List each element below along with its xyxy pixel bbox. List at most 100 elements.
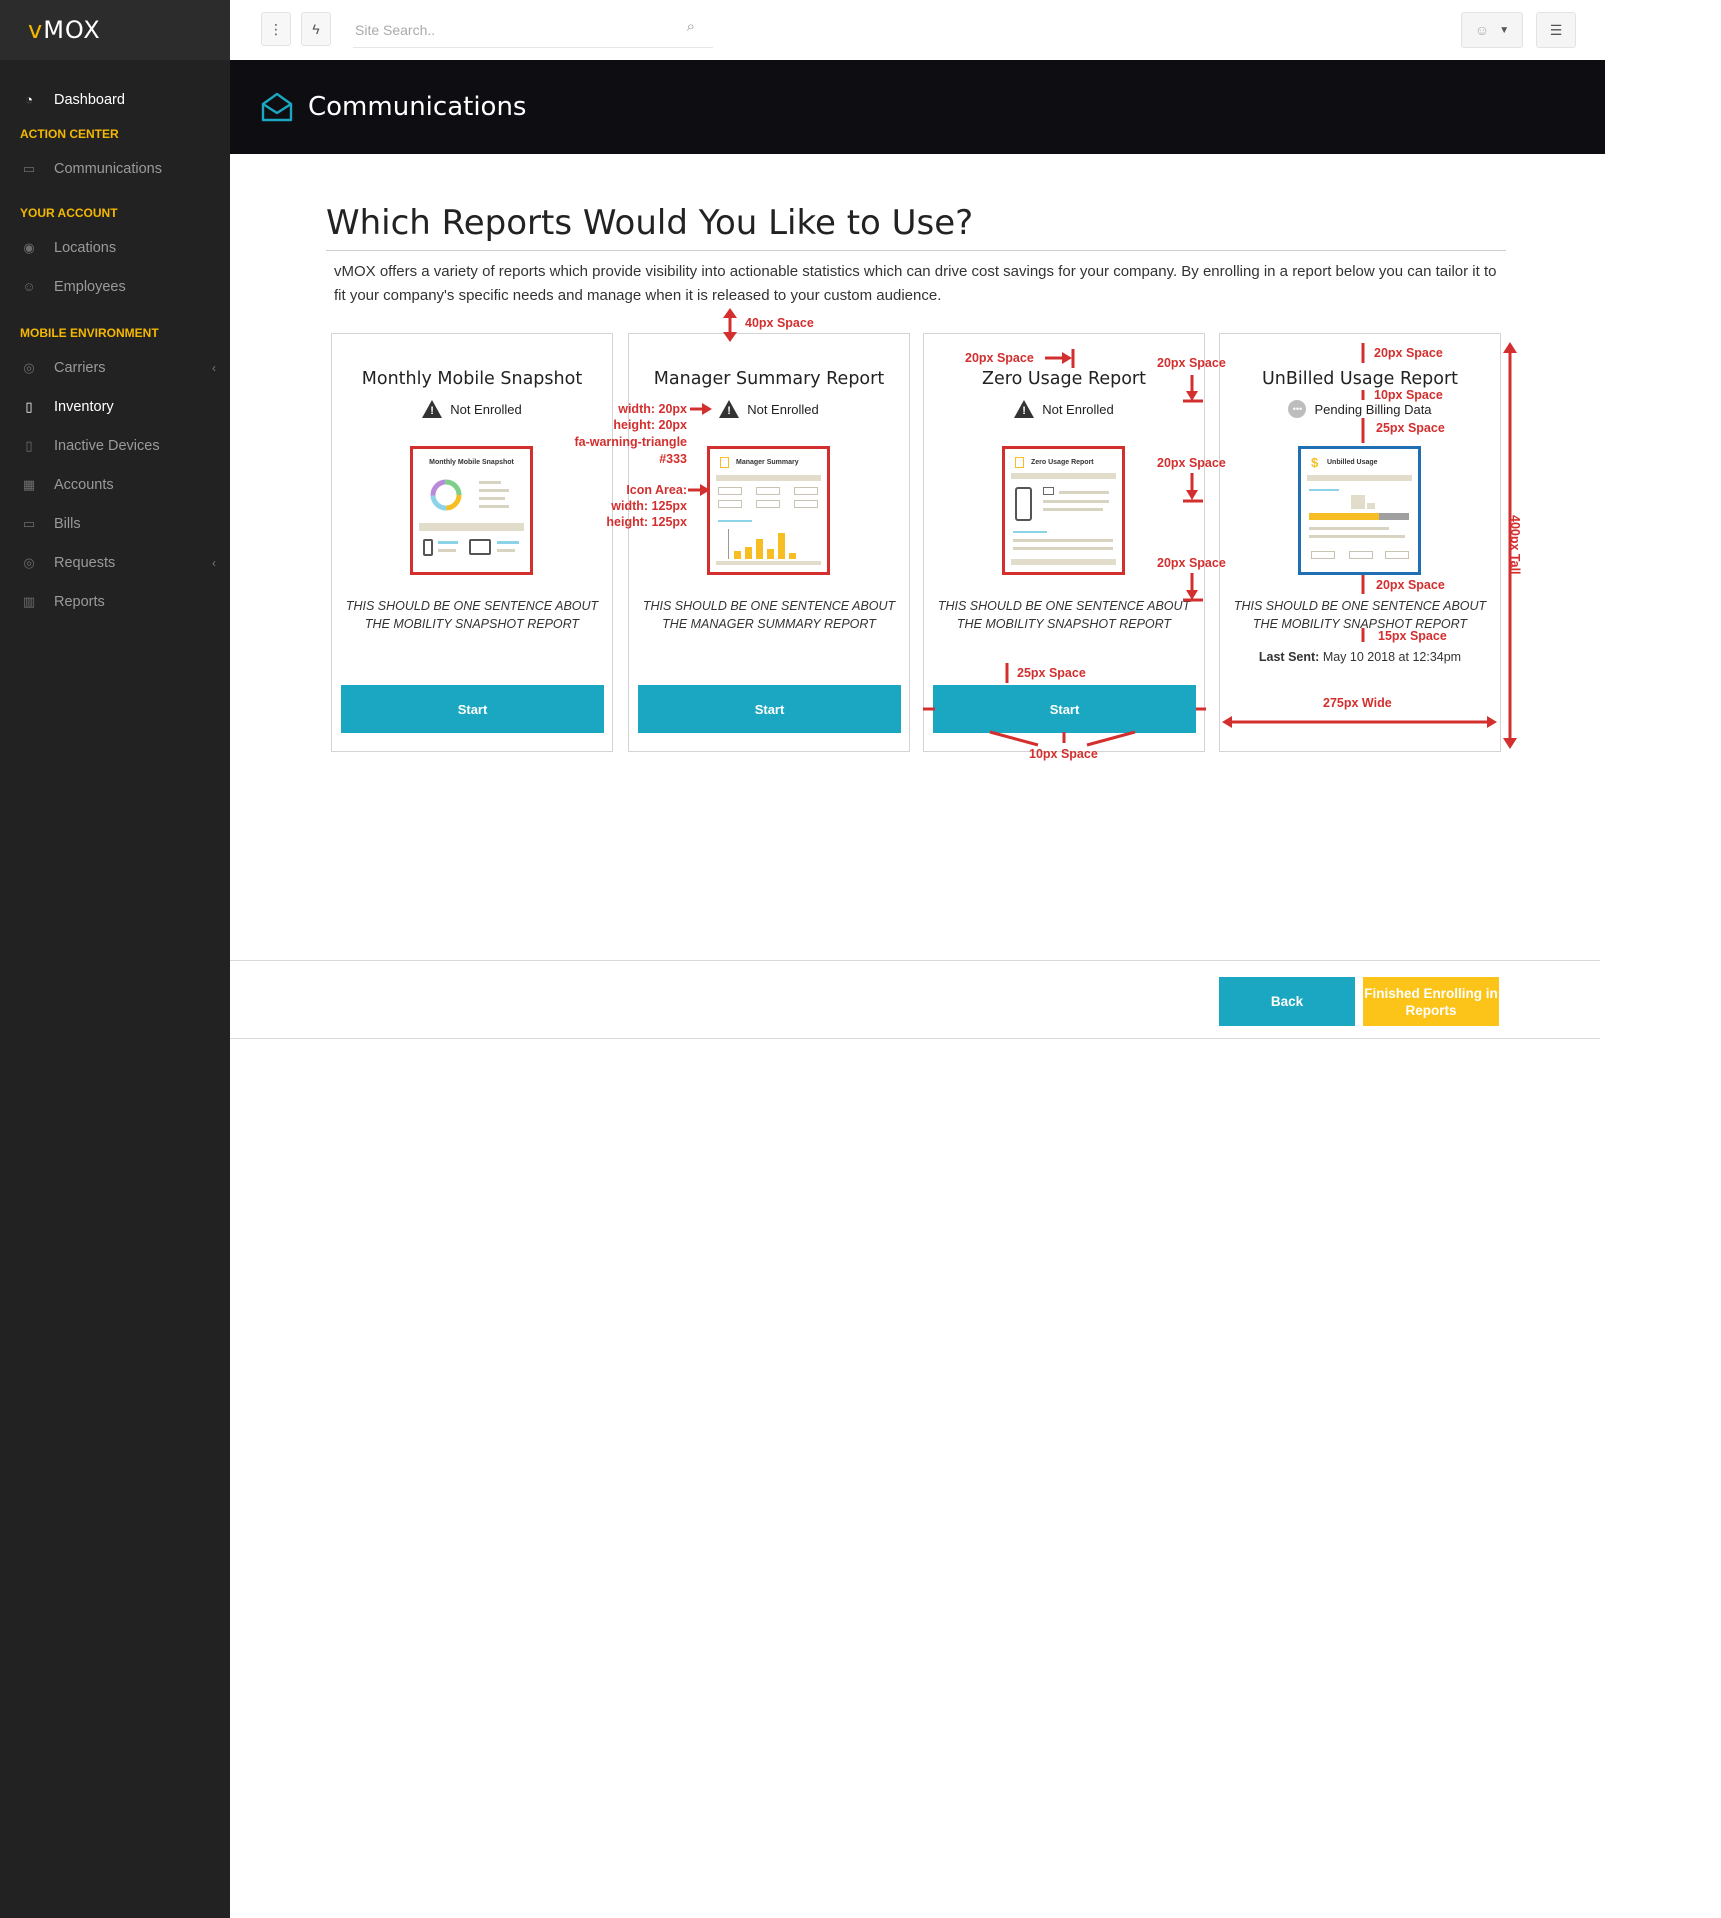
thumb-bar [789,553,796,559]
sidebar-item-label: Reports [54,593,105,610]
arrowhead [1503,738,1517,749]
report-thumbnail: Manager Summary [707,446,830,575]
section-heading: Which Reports Would You Like to Use? [326,203,974,243]
more-options-button[interactable]: ⋮ [261,12,291,46]
back-button[interactable]: Back [1219,977,1355,1026]
card-description: THIS SHOULD BE ONE SENTENCE ABOUT THE MO… [937,599,1191,631]
dollar-icon: $ [1311,455,1319,470]
mobile-icon: ▯ [25,398,33,414]
thumb-bar [778,533,785,559]
thumb-block [1367,503,1375,509]
sidebar-item-locations[interactable]: ◉ Locations [0,228,230,267]
annotation-label: height: 125px [606,515,687,529]
card-title: Manager Summary Report [653,369,885,389]
sidebar-item-reports[interactable]: ▥ Reports [0,582,230,621]
user-icon: ☺ [1474,22,1490,38]
thumb-box [718,500,742,508]
sidebar-item-dashboard[interactable]: ◔ Dashboard [0,80,230,119]
last-sent-value: May 10 2018 at 12:34pm [1322,650,1462,664]
thumb-line [1043,500,1109,503]
sidebar-item-communications[interactable]: ▭ Communications [0,149,230,188]
warning-triangle-icon: ! [422,400,443,418]
thumb-line [1013,539,1113,542]
dashboard-icon: ◔ [25,92,33,107]
vmox-logo[interactable]: vMOX [28,16,101,44]
map-marker-icon: ◉ [23,239,35,255]
thumbnail-title: Unbilled Usage [1327,459,1378,466]
sidebar-item-inventory[interactable]: ▯ Inventory [0,387,230,426]
panel-toggle-button[interactable]: ☰ [1536,12,1576,48]
document-icon [1015,457,1024,468]
sidebar-nav: ◔ Dashboard ACTION CENTER ▭ Communicatio… [0,60,230,621]
thumb-box [718,487,742,495]
warning-triangle-icon: ! [1014,400,1035,418]
tablet-icon [469,539,491,555]
section-your-account: YOUR ACCOUNT [20,206,118,220]
page-title: Communications [308,92,527,122]
sidebar-item-carriers[interactable]: ◎ Carriers ‹ [0,348,230,387]
pending-icon: ••• [1288,400,1307,418]
finish-enrolling-button[interactable]: Finished Enrolling in Reports [1363,977,1499,1026]
annotation-label: height: 20px [613,418,687,432]
chevron-left-icon: ‹ [212,360,216,375]
thumb-line [497,541,519,544]
sidebar-item-label: Accounts [54,476,114,493]
annotation-label: 20px Space [1376,578,1445,592]
sidebar-item-bills[interactable]: ▭ Bills [0,504,230,543]
footer-divider [230,960,1600,961]
report-card-unbilled-usage: UnBilled Usage Report ••• Pending Billin… [1219,333,1501,752]
thumb-line [1309,527,1389,530]
thumb-line [1043,508,1103,511]
arrowhead [1503,342,1517,353]
thumb-band [716,475,821,481]
quick-actions-button[interactable]: ϟ [301,12,331,46]
sidebar-item-requests[interactable]: ◎ Requests ‹ [0,543,230,582]
card-description: THIS SHOULD BE ONE SENTENCE ABOUT THE MA… [642,599,896,631]
comment-icon: ▭ [22,160,36,176]
axis-line [728,529,729,559]
thumb-bar [745,547,752,559]
folder-icon: ▭ [22,515,36,531]
user-menu-button[interactable]: ☺ ▼ [1461,12,1523,48]
sidebar-item-accounts[interactable]: ▦ Accounts [0,465,230,504]
start-button[interactable]: Start [933,685,1196,733]
start-button[interactable]: Start [341,685,604,733]
annotation-label: 20px Space [1157,556,1226,570]
thumb-box [794,500,818,508]
thumb-bar [756,539,763,559]
status-label: Pending Billing Data [1314,401,1432,417]
phone-icon [1015,487,1032,521]
start-button[interactable]: Start [638,685,901,733]
report-thumbnail: $ Unbilled Usage [1298,446,1421,575]
search-input[interactable] [353,21,673,38]
enrollment-status: ••• Pending Billing Data [1220,400,1500,418]
report-thumbnail: Monthly Mobile Snapshot [410,446,533,575]
annotation-label: 275px Wide [1323,696,1392,710]
sidebar-item-inactive-devices[interactable]: ▯ Inactive Devices [0,426,230,465]
document-icon [720,457,729,468]
thumb-band [716,561,821,565]
report-card-zero-usage: Zero Usage Report ! Not Enrolled Zero Us… [923,333,1205,752]
report-card-manager-summary: Manager Summary Report ! Not Enrolled Ma… [628,333,910,752]
top-bar: ⋮ ϟ ⌕ ☺ ▼ ☰ [230,0,1600,60]
grid-icon: ▦ [22,476,36,492]
enrollment-status: ! Not Enrolled [332,400,612,418]
thumb-line [479,481,501,484]
thumb-line [1013,547,1113,550]
chevron-left-icon: ‹ [212,555,216,570]
thumb-bar [734,551,741,559]
divider [326,250,1506,251]
bar-chart-icon: ▥ [22,593,36,609]
sidebar-item-employees[interactable]: ☺ Employees [0,267,230,306]
annotation-label: 40px Space [745,316,814,330]
thumb-line [1013,531,1047,533]
sidebar-item-label: Requests [54,554,116,571]
thumb-line [1309,489,1339,491]
thumb-band [1011,473,1116,479]
mobile-off-icon: ▯ [25,437,33,453]
search-icon[interactable]: ⌕ [687,18,695,35]
caret-down-icon: ▼ [1499,24,1510,36]
thumb-bar [1379,513,1409,520]
annotation-label: #333 [659,452,687,466]
warning-triangle-icon: ! [719,400,740,418]
